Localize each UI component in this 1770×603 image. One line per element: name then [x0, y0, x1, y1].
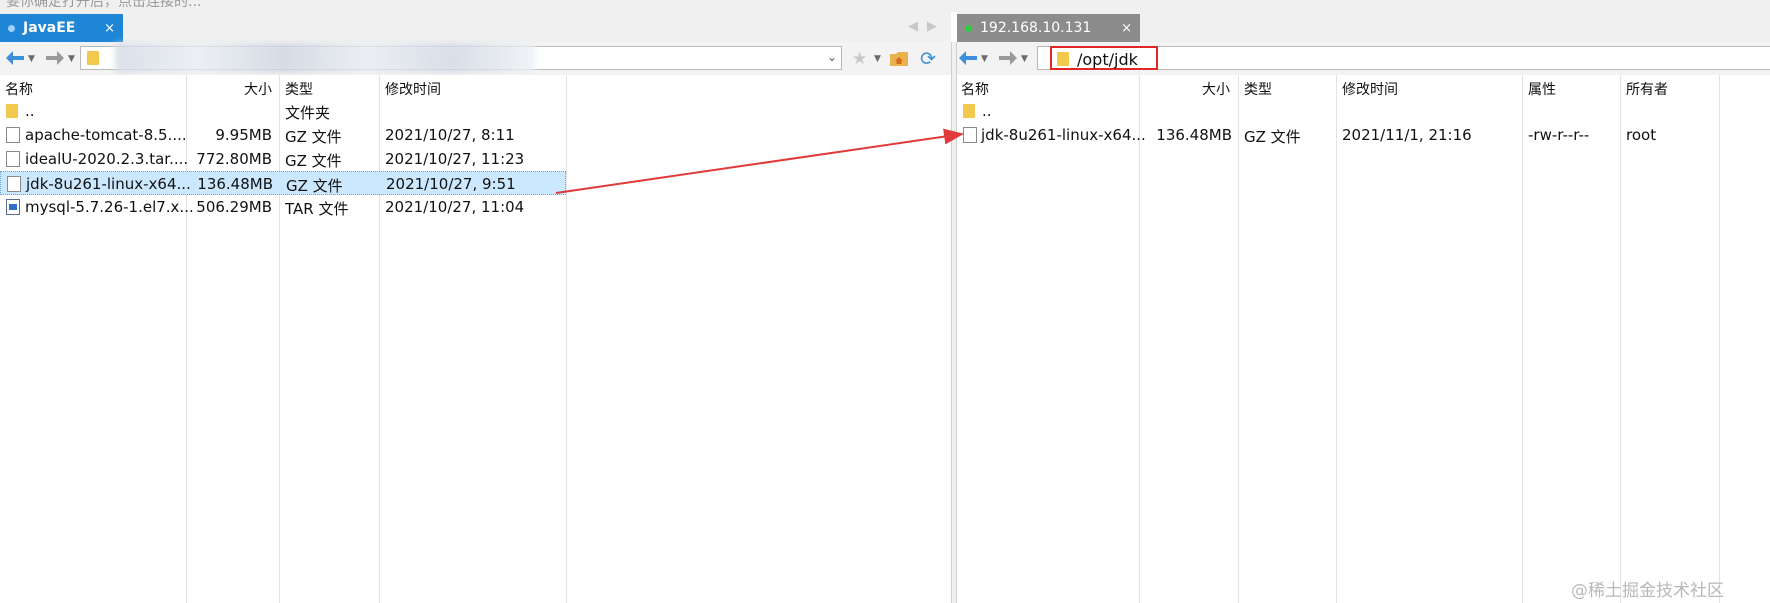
file-type: GZ 文件	[1244, 128, 1301, 146]
back-arrow-icon[interactable]	[4, 48, 26, 68]
file-name: jdk-8u261-linux-x64...	[981, 126, 1146, 144]
redacted-path	[115, 43, 535, 73]
file-modified: 2021/10/27, 11:23	[385, 150, 525, 168]
remote-file-pane: 名称 ^ 大小 类型 修改时间 属性 所有者 .. jdk-8u261-linu…	[957, 75, 1770, 603]
folder-icon	[6, 104, 18, 118]
left-tab-bar: JavaEE × ◀ ▶	[0, 12, 951, 42]
column-divider[interactable]	[1336, 75, 1337, 603]
right-path-input[interactable]: /opt/jdk	[1050, 46, 1158, 70]
file-name: idealU-2020.2.3.tar....	[25, 150, 189, 168]
file-icon	[7, 176, 21, 192]
connection-dot-icon	[8, 24, 15, 32]
hint-text: 要你确定打开后，点击连接的...	[6, 0, 202, 10]
folder-icon	[87, 51, 99, 65]
tab-label: JavaEE	[23, 20, 76, 36]
back-dropdown-icon[interactable]: ▼	[28, 54, 35, 64]
forward-arrow-icon[interactable]	[997, 48, 1019, 68]
header-owner[interactable]: 所有者	[1626, 79, 1668, 99]
file-modified: 2021/10/27, 9:51	[386, 175, 516, 193]
file-modified: 2021/10/27, 11:04	[385, 198, 525, 216]
file-row[interactable]: mysql-5.7.26-1.el7.x... 506.29MB TAR 文件 …	[0, 195, 566, 219]
sort-ascending-icon: ^	[1046, 75, 1055, 81]
top-strip: 要你确定打开后，点击连接的...	[0, 0, 1770, 12]
file-row-selected[interactable]: jdk-8u261-linux-x64... 136.48MB GZ 文件 20…	[0, 171, 566, 195]
header-size[interactable]: 大小	[244, 79, 272, 99]
file-row-parent[interactable]: .. 文件夹	[0, 99, 566, 123]
file-size: 772.80MB	[196, 150, 272, 168]
tab-remote-host[interactable]: 192.168.10.131 ×	[957, 14, 1140, 42]
local-file-pane: 名称 ^ 大小 类型 修改时间 .. 文件夹 apache-tomcat-8.5…	[0, 75, 951, 603]
tar-file-icon	[6, 199, 20, 215]
header-name[interactable]: 名称	[5, 79, 33, 99]
close-tab-icon[interactable]: ×	[1121, 21, 1132, 36]
column-divider[interactable]	[1719, 75, 1720, 603]
file-row[interactable]: idealU-2020.2.3.tar.... 772.80MB GZ 文件 2…	[0, 147, 566, 171]
file-name: jdk-8u261-linux-x64...	[26, 175, 191, 193]
column-divider[interactable]	[1522, 75, 1523, 603]
file-name: mysql-5.7.26-1.el7.x...	[25, 198, 194, 216]
forward-arrow-icon[interactable]	[44, 48, 66, 68]
right-tab-bar: 192.168.10.131 ×	[957, 12, 1770, 42]
bookmark-star-icon[interactable]: ★	[852, 49, 867, 69]
header-modified[interactable]: 修改时间	[385, 79, 441, 99]
left-path-input[interactable]: ⌄	[80, 43, 842, 73]
tab-javaee[interactable]: JavaEE ×	[0, 14, 123, 42]
column-divider[interactable]	[1238, 75, 1239, 603]
close-tab-icon[interactable]: ×	[104, 21, 115, 36]
sort-ascending-icon: ^	[87, 75, 96, 81]
column-divider[interactable]	[566, 75, 567, 603]
file-type: 文件夹	[285, 104, 331, 122]
column-divider[interactable]	[1620, 75, 1621, 603]
tab-label: 192.168.10.131	[980, 20, 1092, 36]
file-row[interactable]: jdk-8u261-linux-x64... 136.48MB GZ 文件 20…	[957, 123, 1770, 147]
column-divider[interactable]	[1139, 75, 1140, 603]
file-type: GZ 文件	[285, 152, 342, 170]
back-dropdown-icon[interactable]: ▼	[981, 54, 988, 64]
file-modified: 2021/10/27, 8:11	[385, 126, 515, 144]
file-name: ..	[982, 102, 992, 120]
file-name: ..	[25, 102, 35, 120]
right-toolbar: ▼ ▼ /opt/jdk	[957, 42, 1770, 76]
file-owner: root	[1626, 126, 1657, 144]
file-attributes: -rw-r--r--	[1528, 126, 1590, 144]
header-type[interactable]: 类型	[1244, 79, 1272, 99]
file-type: GZ 文件	[285, 128, 342, 146]
file-icon	[6, 151, 20, 167]
refresh-icon[interactable]: ⟳	[920, 48, 936, 70]
header-attributes[interactable]: 属性	[1528, 79, 1556, 99]
tab-scroll-right-icon[interactable]: ▶	[927, 19, 937, 34]
header-size[interactable]: 大小	[1202, 79, 1230, 99]
file-name: apache-tomcat-8.5....	[25, 126, 187, 144]
file-type: TAR 文件	[285, 200, 349, 218]
local-header-row: 名称 ^ 大小 类型 修改时间	[0, 75, 951, 99]
file-icon	[6, 127, 20, 143]
file-size: 136.48MB	[1156, 126, 1232, 144]
header-modified[interactable]: 修改时间	[1342, 79, 1398, 99]
right-path-text: /opt/jdk	[1077, 50, 1138, 69]
file-size: 9.95MB	[215, 126, 272, 144]
file-row-parent[interactable]: ..	[957, 99, 1770, 123]
file-icon	[963, 127, 977, 143]
file-size: 136.48MB	[197, 175, 273, 193]
connection-dot-icon	[965, 24, 972, 32]
file-modified: 2021/11/1, 21:16	[1342, 126, 1472, 144]
header-name[interactable]: 名称	[961, 79, 989, 99]
forward-dropdown-icon[interactable]: ▼	[68, 54, 75, 64]
path-dropdown-icon[interactable]: ⌄	[827, 50, 837, 64]
left-toolbar: ▼ ▼ ⌄ ★ ▼ ⟳	[0, 42, 951, 76]
file-row[interactable]: apache-tomcat-8.5.... 9.95MB GZ 文件 2021/…	[0, 123, 566, 147]
file-type: GZ 文件	[286, 177, 343, 195]
home-folder-icon[interactable]	[889, 49, 909, 67]
header-type[interactable]: 类型	[285, 79, 313, 99]
folder-icon	[963, 104, 975, 118]
remote-header-row: 名称 ^ 大小 类型 修改时间 属性 所有者	[957, 75, 1770, 99]
forward-dropdown-icon[interactable]: ▼	[1021, 54, 1028, 64]
file-size: 506.29MB	[196, 198, 272, 216]
back-arrow-icon[interactable]	[957, 48, 979, 68]
bookmark-dropdown-icon[interactable]: ▼	[874, 54, 881, 64]
folder-icon	[1057, 52, 1069, 66]
watermark: @稀土掘金技术社区	[1571, 581, 1724, 601]
tab-scroll-left-icon[interactable]: ◀	[908, 19, 918, 34]
